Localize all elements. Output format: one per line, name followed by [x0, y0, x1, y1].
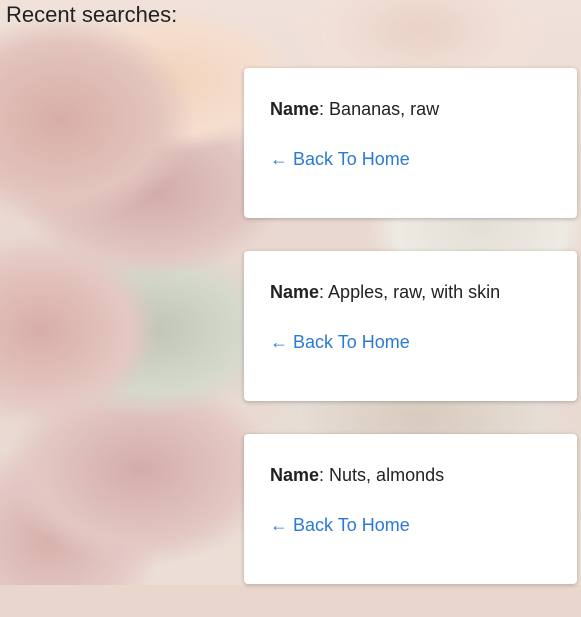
search-result-card: Name: Apples, raw, with skin ← Back To H…	[244, 251, 577, 401]
back-to-home-link[interactable]: ← Back To Home	[270, 514, 410, 536]
back-to-home-link[interactable]: ← Back To Home	[270, 148, 410, 170]
search-result-card: Name: Nuts, almonds ← Back To Home	[244, 434, 577, 584]
food-name-line: Name: Nuts, almonds	[270, 465, 445, 485]
search-result-card: Name: Bananas, raw ← Back To Home	[244, 68, 577, 218]
food-name: Apples, raw, with skin	[328, 282, 501, 302]
food-name: Nuts, almonds	[329, 465, 445, 485]
name-label: Name	[270, 465, 320, 485]
name-label: Name	[270, 99, 320, 119]
food-name-line: Name: Bananas, raw	[270, 99, 440, 119]
food-name-line: Name: Apples, raw, with skin	[270, 282, 501, 302]
name-label: Name	[270, 282, 320, 302]
search-results-list: Name: Bananas, raw ← Back To Home Name: …	[244, 68, 577, 617]
recent-searches-heading: Recent searches:	[6, 2, 178, 27]
back-to-home-link[interactable]: ← Back To Home	[270, 331, 410, 353]
food-name: Bananas, raw	[329, 99, 440, 119]
